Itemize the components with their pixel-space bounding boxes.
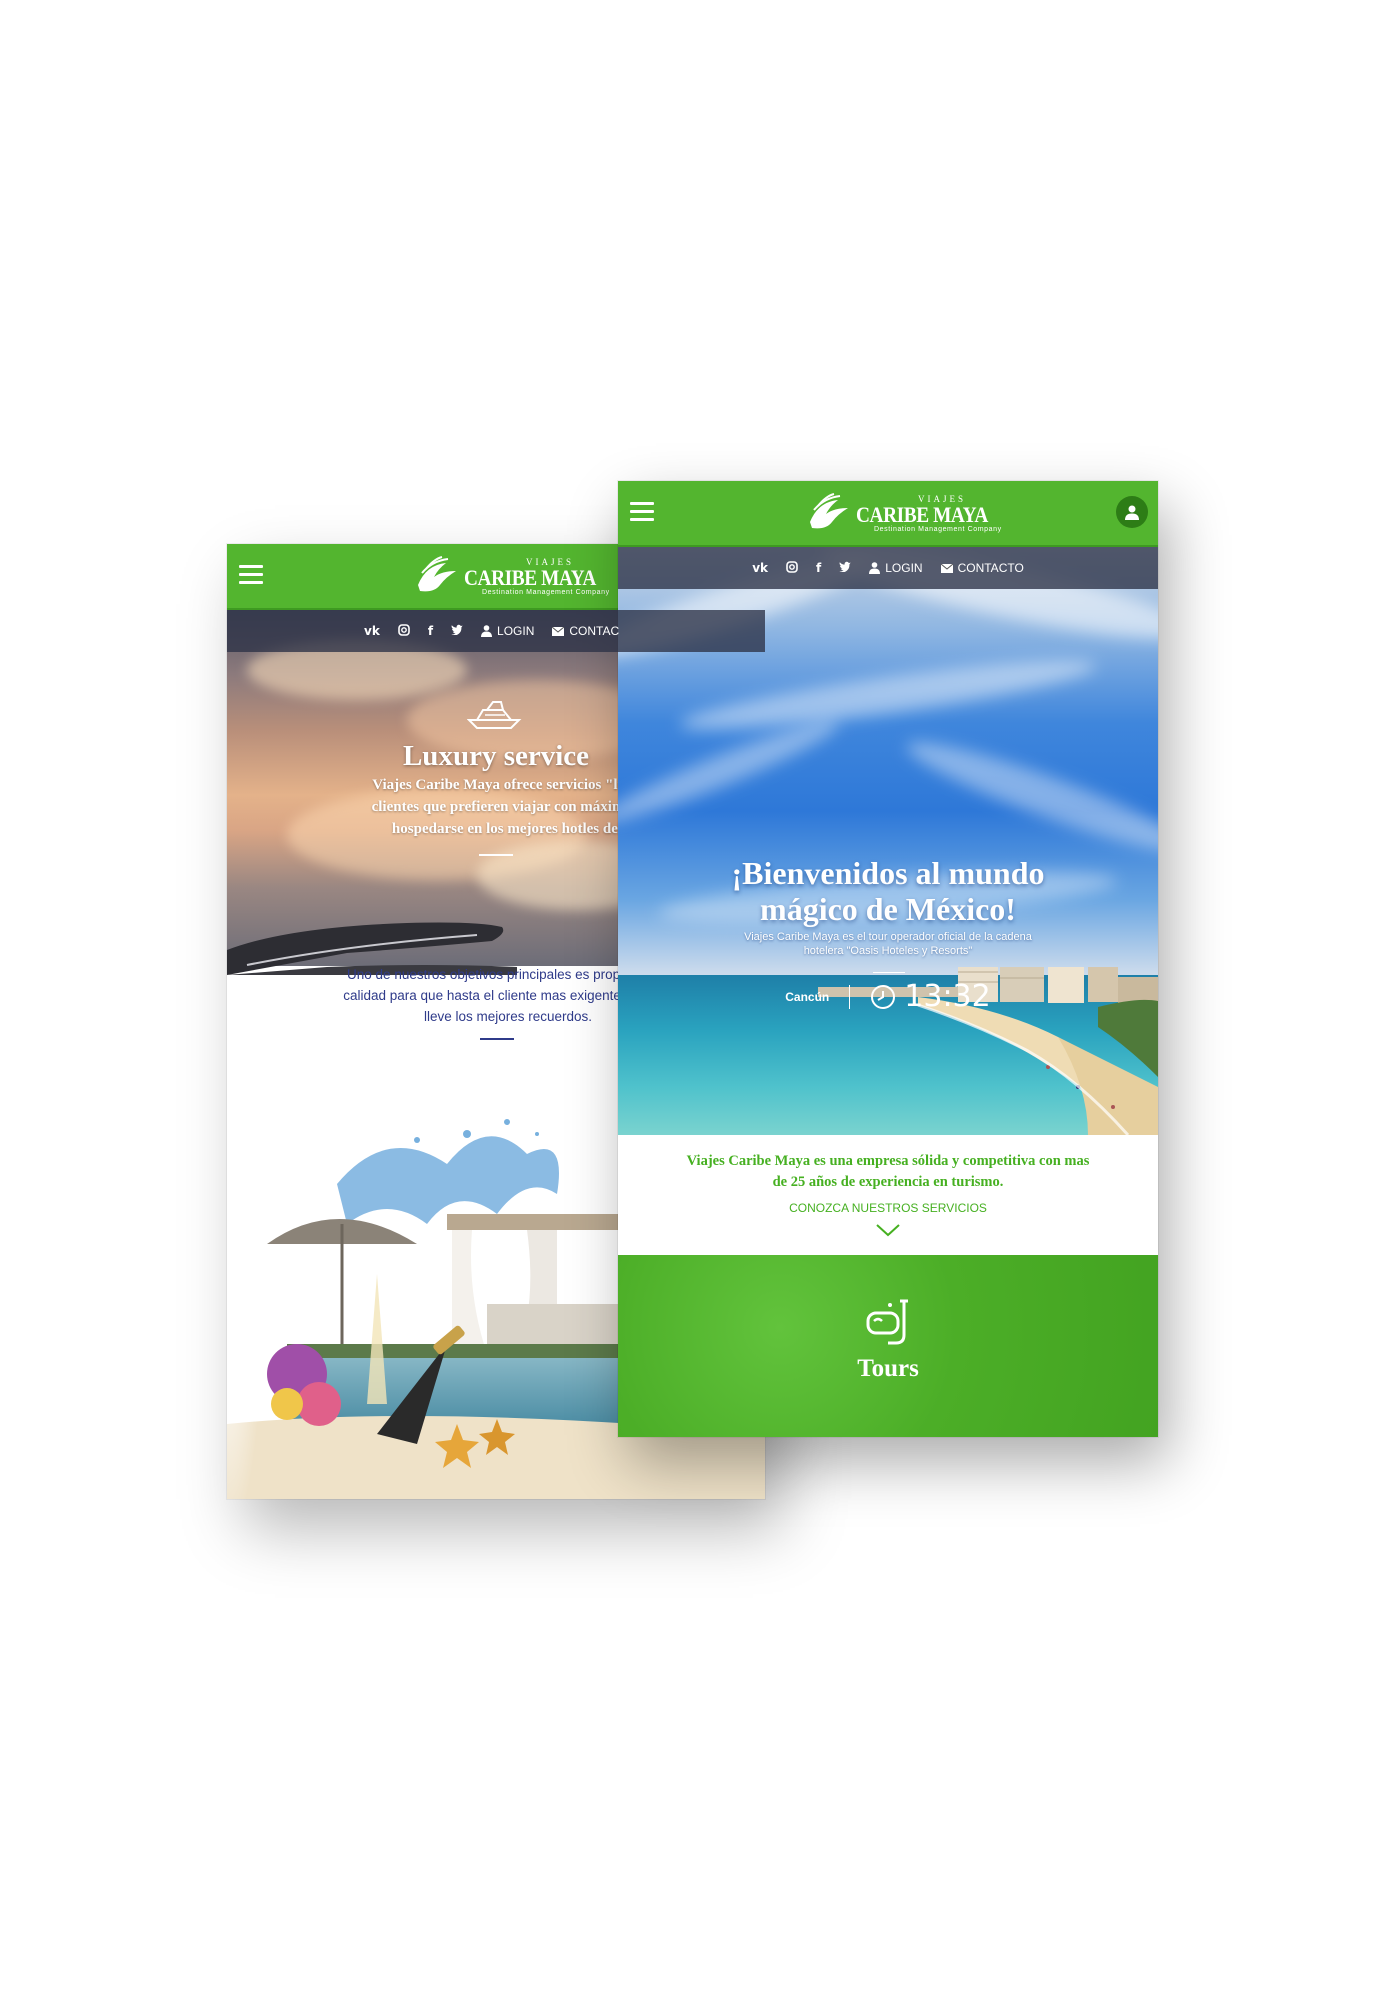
- login-link[interactable]: LOGIN: [481, 624, 534, 638]
- local-clock: Cancún 13:32: [618, 979, 1158, 1014]
- twitter-icon[interactable]: [839, 561, 851, 575]
- intro-line: Viajes Caribe Maya es una empresa sólida…: [686, 1153, 1090, 1169]
- intro-text: Viajes Caribe Maya es una empresa sólida…: [638, 1151, 1138, 1193]
- clock-icon: [871, 984, 896, 1009]
- brand-name: CARIBE MAYA: [464, 565, 596, 590]
- contact-link[interactable]: CONTACTO: [940, 561, 1024, 575]
- mail-icon: [940, 563, 953, 573]
- welcome-title-line: ¡Bienvenidos al mundo: [731, 855, 1045, 891]
- login-link[interactable]: LOGIN: [869, 561, 923, 575]
- intro-line: de 25 años de experiencia en turismo.: [772, 1174, 1004, 1190]
- contact-link[interactable]: CONTAC: [552, 624, 619, 638]
- user-account-button[interactable]: [1116, 496, 1148, 528]
- contact-label: CONTACTO: [957, 561, 1024, 575]
- front-topbar: vk f LOGIN CONTACTO: [618, 547, 1158, 589]
- intro-section: Viajes Caribe Maya es una empresa sólida…: [618, 1135, 1158, 1255]
- tours-section[interactable]: Tours: [618, 1255, 1158, 1437]
- luxury-divider: [479, 854, 513, 856]
- user-icon: [1125, 505, 1139, 520]
- services-link[interactable]: CONOZCA NUESTROS SERVICIOS: [618, 1201, 1158, 1215]
- twitter-icon[interactable]: [451, 624, 463, 638]
- login-label: LOGIN: [885, 561, 923, 575]
- brand-logo[interactable]: VIAJES CARIBE MAYA Destination Managemen…: [804, 489, 1006, 539]
- facebook-icon[interactable]: f: [816, 561, 821, 575]
- brand-tagline: Destination Management Company: [482, 589, 610, 596]
- bird-logo-icon: [418, 556, 456, 592]
- welcome-title-line: mágico de México!: [760, 891, 1016, 927]
- user-icon: [481, 625, 493, 637]
- clock-separator: [849, 984, 851, 1009]
- bird-logo-icon: [810, 493, 848, 529]
- brand-logo[interactable]: VIAJES CARIBE MAYA Destination Managemen…: [412, 552, 614, 602]
- facebook-icon[interactable]: f: [428, 624, 433, 638]
- vk-icon[interactable]: vk: [364, 624, 380, 638]
- tours-title: Tours: [857, 1355, 919, 1382]
- mail-icon: [552, 626, 565, 636]
- vk-icon[interactable]: vk: [752, 561, 768, 575]
- goal-divider: [480, 1038, 514, 1040]
- login-label: LOGIN: [497, 624, 535, 638]
- brand-name: CARIBE MAYA: [856, 502, 988, 527]
- instagram-icon[interactable]: [786, 560, 798, 576]
- menu-icon[interactable]: [239, 565, 263, 585]
- front-header: VIAJES CARIBE MAYA Destination Managemen…: [618, 481, 1158, 547]
- brand-tagline: Destination Management Company: [874, 526, 1002, 533]
- city-label: Cancún: [785, 989, 830, 1004]
- welcome-title: ¡Bienvenidos al mundo mágico de México!: [618, 855, 1158, 927]
- welcome-divider: [873, 972, 905, 973]
- yacht-icon: [467, 701, 522, 729]
- instagram-icon[interactable]: [398, 623, 410, 639]
- back-topbar: vk f LOGIN CONTAC: [227, 610, 765, 652]
- menu-icon[interactable]: [630, 502, 654, 522]
- chevron-down-icon[interactable]: [875, 1223, 901, 1237]
- welcome-subtitle-line: Viajes Caribe Maya es el tour operador o…: [744, 931, 1032, 943]
- welcome-subtitle: Viajes Caribe Maya es el tour operador o…: [718, 930, 1058, 958]
- user-icon: [869, 562, 881, 574]
- welcome-subtitle-line: hotelera "Oasis Hoteles y Resorts": [803, 945, 973, 957]
- clock-time: 13:32: [904, 979, 991, 1014]
- contact-label: CONTAC: [569, 624, 620, 638]
- snorkel-icon: [866, 1299, 908, 1345]
